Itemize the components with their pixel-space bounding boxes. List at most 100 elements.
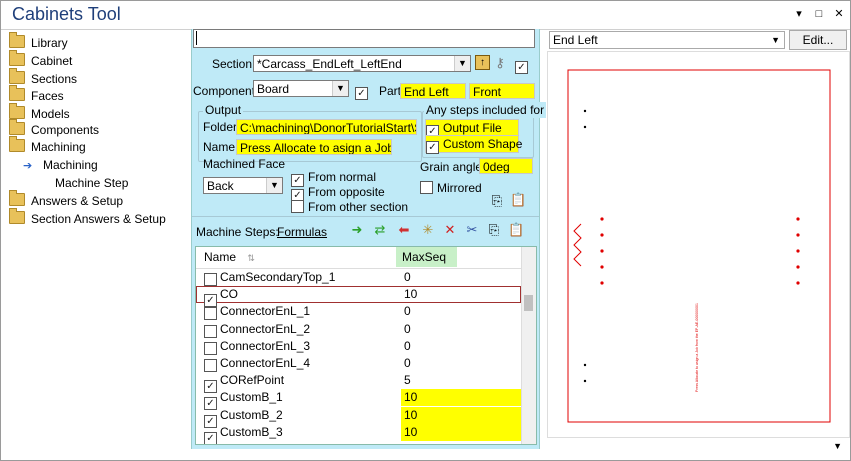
preview-scroll-area[interactable]: ▼ xyxy=(547,437,848,457)
from-normal-checkbox[interactable]: ✓ From normal xyxy=(291,169,376,187)
hole-dot xyxy=(796,265,800,269)
row-checkbox[interactable]: ✓ xyxy=(204,431,217,444)
table-row[interactable]: CamSecondaryTop_1 0 xyxy=(196,269,521,286)
grid-scrollbar[interactable] xyxy=(521,247,536,444)
mark-dot xyxy=(583,109,587,113)
close-icon[interactable]: ✕ xyxy=(831,5,847,23)
step-name: ConnectorEnL_1 xyxy=(220,304,311,319)
chevron-down-icon[interactable]: ▼ xyxy=(833,441,842,451)
name-label: Name: xyxy=(203,140,239,154)
paste-icon[interactable]: 📋 xyxy=(510,192,526,208)
copy-step-icon[interactable]: ⎘ xyxy=(486,222,502,238)
table-row[interactable]: ConnectorEnL_3 0 xyxy=(196,338,521,355)
hole-dot xyxy=(600,265,604,269)
column-maxseq-header[interactable]: MaxSeq xyxy=(396,247,457,267)
tree-item-components[interactable]: Components xyxy=(9,119,99,139)
step-maxseq[interactable]: 10 xyxy=(401,286,522,303)
arrow-right-icon[interactable]: ➜ xyxy=(349,222,365,238)
section-select[interactable]: *Carcass_EndLeft_LeftEnd ▼ xyxy=(253,55,471,72)
part-field-2[interactable]: Front xyxy=(469,83,535,99)
edit-button[interactable]: Edit... xyxy=(789,30,847,50)
scrollbar-thumb[interactable] xyxy=(524,295,533,311)
table-row[interactable]: ✓ CustomB_2 10 xyxy=(196,406,522,428)
component-select[interactable]: Board ▼ xyxy=(253,80,349,97)
section-checkbox[interactable]: ✓ xyxy=(515,56,532,74)
tree-item-machining[interactable]: Machining xyxy=(9,136,86,156)
search-input[interactable] xyxy=(193,29,535,48)
part-preview-canvas[interactable]: Press Allocate to asign a Job from the E… xyxy=(547,51,850,438)
view-select[interactable]: End Left ▼ xyxy=(549,31,785,49)
step-maxseq[interactable]: 0 xyxy=(401,355,522,372)
table-row[interactable]: ConnectorEnL_1 0 xyxy=(196,303,522,321)
grain-angle-label: Grain angle: xyxy=(420,160,486,174)
tree-item-label: Machining xyxy=(31,140,86,154)
new-step-icon[interactable]: ✳ xyxy=(420,222,436,238)
table-row[interactable]: ConnectorEnL_2 0 xyxy=(196,321,521,338)
restore-icon[interactable]: □ xyxy=(811,5,827,23)
step-maxseq[interactable]: 10 xyxy=(401,389,522,407)
tree-item-label: Models xyxy=(31,107,70,121)
step-maxseq[interactable]: 0 xyxy=(401,338,522,355)
hole-dot xyxy=(600,217,604,221)
table-row[interactable]: ConnectorEnL_4 0 xyxy=(196,355,521,372)
tree-item-sections[interactable]: Sections xyxy=(9,68,77,88)
machined-face-select[interactable]: Back ▼ xyxy=(203,177,283,194)
chevron-down-icon: ▼ xyxy=(454,56,470,71)
step-maxseq[interactable]: 10 xyxy=(401,423,522,441)
hole-dot xyxy=(796,217,800,221)
row-checkbox[interactable] xyxy=(204,307,217,321)
tree-item-models[interactable]: Models xyxy=(9,103,70,123)
paste-step-icon[interactable]: 📋 xyxy=(508,222,524,238)
tree-item-cabinet[interactable]: Cabinet xyxy=(9,50,72,70)
row-checkbox[interactable] xyxy=(204,324,217,338)
step-maxseq[interactable]: 5 xyxy=(401,372,522,389)
machining-panel: Section: *Carcass_EndLeft_LeftEnd ▼ ↑ ⚷ ✓… xyxy=(191,29,547,449)
formulas-link[interactable]: Formulas xyxy=(277,224,327,240)
hole-dot xyxy=(600,233,604,237)
tree-item-section-answers-setup[interactable]: Section Answers & Setup xyxy=(9,208,166,228)
custom-shape-checkbox[interactable]: ✓ Custom Shape xyxy=(425,135,522,154)
table-row[interactable]: ✓ CO 10 xyxy=(196,286,522,308)
navigation-tree: Library Cabinet Sections Faces Models Compone… xyxy=(9,31,189,451)
grid-header: Name ⇅ MaxSeq xyxy=(196,247,536,269)
row-checkbox[interactable] xyxy=(204,341,217,355)
pin-dropdown-icon[interactable]: ▾ xyxy=(791,5,807,23)
column-name-header[interactable]: Name ⇅ xyxy=(204,250,255,264)
mark-dot xyxy=(583,363,587,367)
from-other-section-checkbox[interactable]: From other section xyxy=(291,199,408,215)
folder-field[interactable]: C:\machining\DonorTutorialStart\S xyxy=(236,119,417,135)
tree-item-answers-setup[interactable]: Answers & Setup xyxy=(9,190,123,210)
component-checkbox[interactable]: ✓ xyxy=(355,82,372,100)
mirrored-checkbox[interactable]: Mirrored xyxy=(420,180,482,196)
part-field-1[interactable]: End Left xyxy=(400,83,466,99)
row-checkbox[interactable] xyxy=(204,273,217,286)
name-field[interactable]: Press Allocate to asign a Job xyxy=(236,139,392,155)
row-checkbox[interactable] xyxy=(204,359,217,372)
table-row[interactable]: ✓ CustomB_3 10 xyxy=(196,423,522,444)
table-row[interactable]: ✓ CustomB_1 10 xyxy=(196,389,522,411)
tree-item-faces[interactable]: Faces xyxy=(9,85,64,105)
move-both-icon[interactable]: ⇄ xyxy=(372,222,388,238)
tree-item-machining[interactable]: ➔ Machining xyxy=(9,157,98,174)
tree-item-library[interactable]: Library xyxy=(9,32,68,52)
steps-included-label: Any steps included for xyxy=(424,102,547,118)
machine-steps-grid: Name ⇅ MaxSeq CamSecondaryTop_1 0 ✓ CO 10 Con… xyxy=(195,246,537,445)
step-maxseq[interactable]: 10 xyxy=(401,406,522,424)
step-maxseq[interactable]: 0 xyxy=(401,269,522,286)
tree-item-machine-step[interactable]: Machine Step xyxy=(55,175,128,192)
cabinets-tool-window: Cabinets Tool ▾ □ ✕ Library Cabinet Sectio… xyxy=(0,0,851,461)
delete-icon[interactable]: ✕ xyxy=(442,222,458,238)
folder-up-icon[interactable]: ↑ xyxy=(475,55,490,70)
mirrored-label: Mirrored xyxy=(437,181,482,195)
copy-icon[interactable]: ⎘ xyxy=(489,193,505,209)
step-maxseq[interactable]: 0 xyxy=(401,321,522,338)
cut-icon[interactable]: ✂ xyxy=(464,222,480,238)
table-row[interactable]: ✓ CORefPoint 5 xyxy=(196,372,522,394)
arrow-left-icon[interactable]: ⬅ xyxy=(396,222,412,238)
folder-icon xyxy=(9,68,25,84)
component-value: Board xyxy=(257,82,290,96)
step-maxseq[interactable]: 0 xyxy=(401,303,522,320)
key-icon[interactable]: ⚷ xyxy=(492,55,508,71)
grain-angle-field[interactable]: 0deg xyxy=(479,158,533,174)
from-opposite-checkbox[interactable]: ✓ From opposite xyxy=(291,184,385,202)
